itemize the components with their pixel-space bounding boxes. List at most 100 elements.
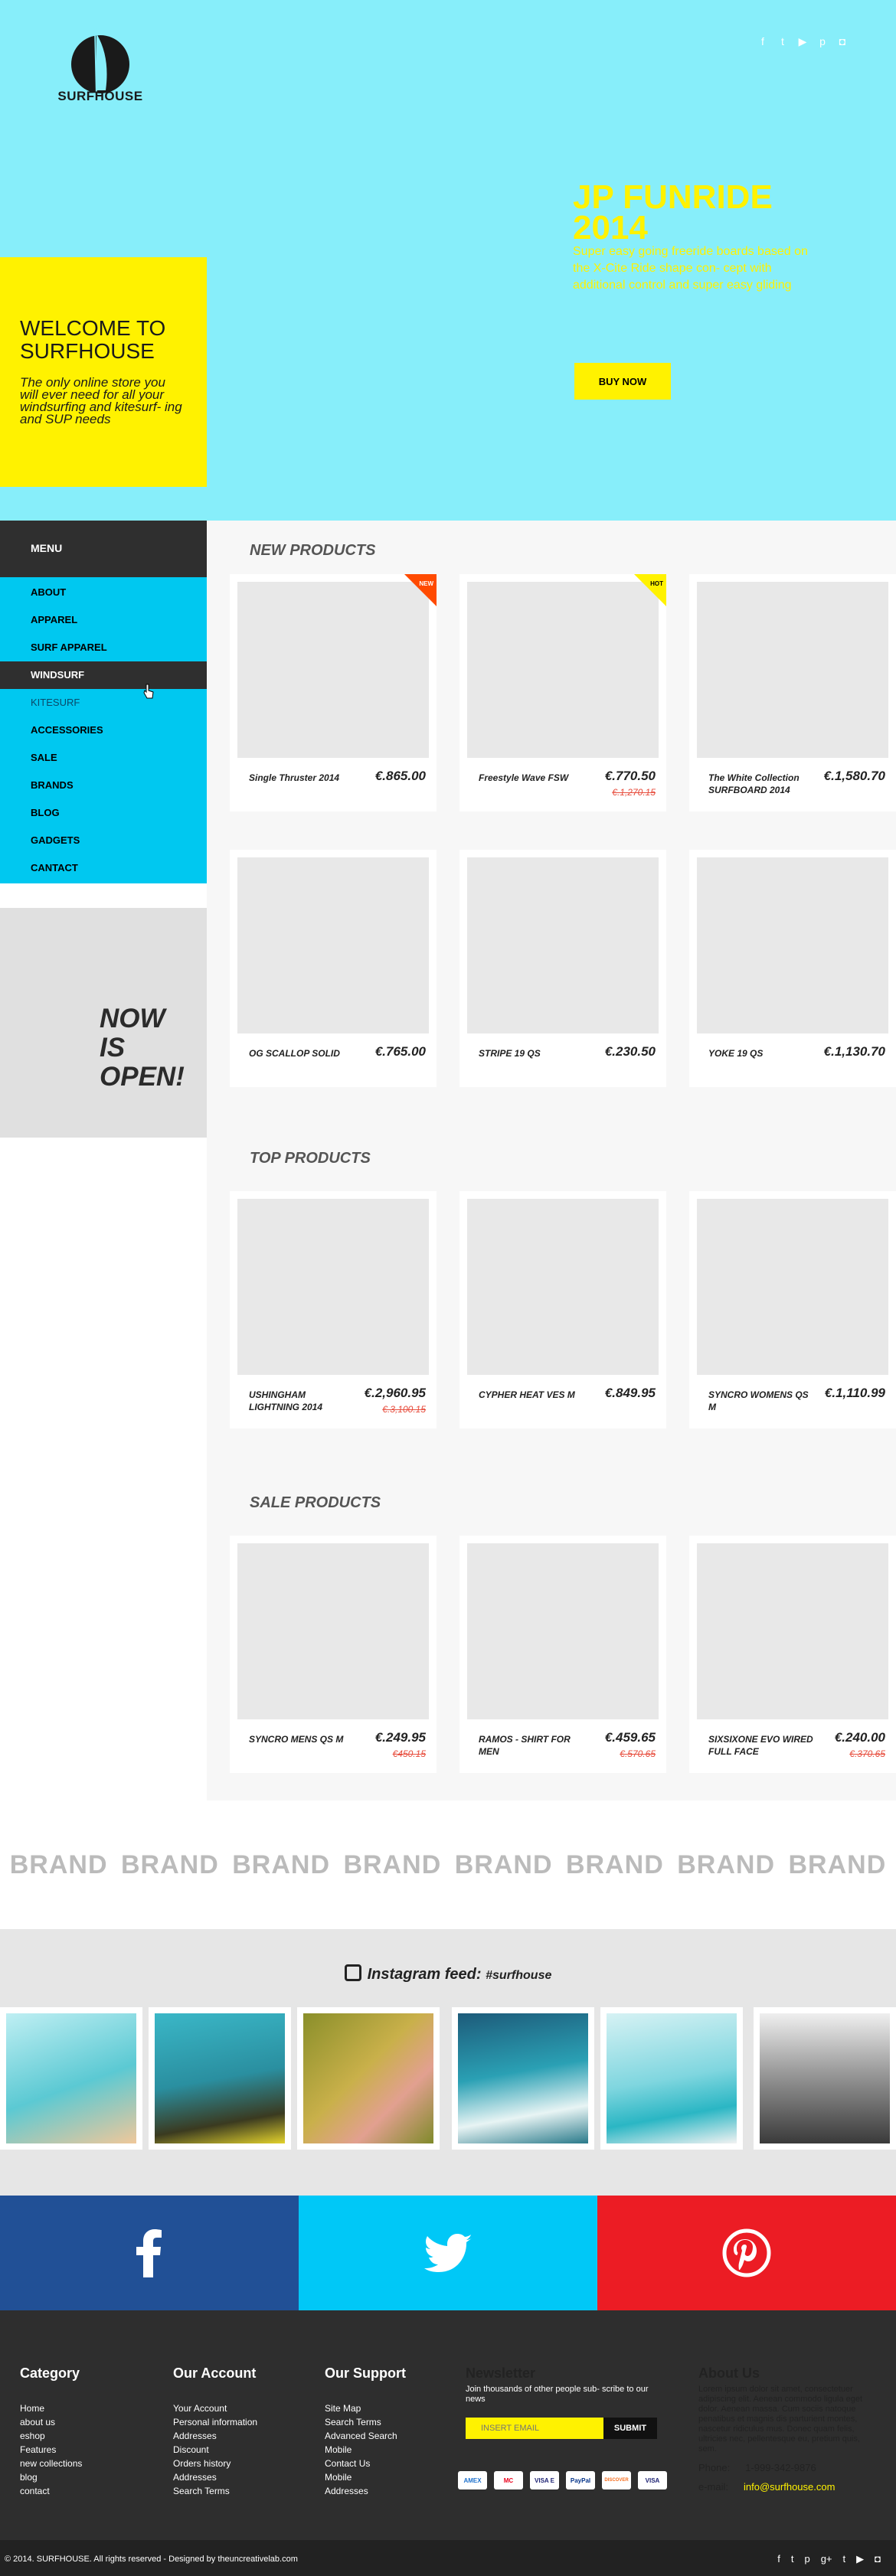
now-open-banner[interactable]: NOW IS OPEN! [0,908,207,1138]
brand-logo[interactable]: BRAND [677,1850,775,1880]
footer-link[interactable]: Contact Us [325,2457,406,2470]
product-name[interactable]: YOKE 19 QS [708,1047,816,1059]
footer-link[interactable]: Personal information [173,2415,257,2429]
twitter-icon[interactable]: t [791,2553,794,2565]
product-image[interactable] [237,857,429,1033]
product-card[interactable]: SYNCRO WOMENS QS M €.1,110.99 [689,1191,896,1428]
product-card[interactable]: HOT Freestyle Wave FSW €.770.50 €.1,270.… [459,574,666,811]
product-image[interactable] [467,1199,659,1375]
product-name[interactable]: RAMOS - SHIRT FOR MEN [479,1733,586,1758]
instagram-photo[interactable] [297,2007,440,2150]
youtube-icon[interactable]: ▶ [796,35,809,47]
product-image[interactable] [467,1543,659,1719]
instagram-photo[interactable] [452,2007,594,2150]
phone-number[interactable]: 1-999-342-9876 [745,2462,816,2473]
footer-link[interactable]: about us [20,2415,82,2429]
youtube-icon[interactable]: ▶ [856,2553,864,2565]
footer-link[interactable]: Advanced Search [325,2429,406,2443]
product-image[interactable] [467,857,659,1033]
footer-link[interactable]: Home [20,2401,82,2415]
facebook-share[interactable] [0,2196,299,2310]
email-link[interactable]: info@surfhouse.com [744,2481,835,2493]
product-card[interactable]: SYNCRO MENS QS M €.249.95 €450.15 [230,1536,437,1773]
sidebar-item-brands[interactable]: BRANDS [0,772,207,799]
facebook-icon[interactable]: f [757,35,769,47]
product-name[interactable]: SYNCRO WOMENS QS M [708,1389,816,1413]
instagram-icon[interactable]: ◘ [875,2553,881,2565]
product-image[interactable] [237,1543,429,1719]
footer-link[interactable]: Search Terms [325,2415,406,2429]
product-name[interactable]: CYPHER HEAT VES M [479,1389,586,1401]
sidebar-item-surf-apparel[interactable]: SURF APPAREL [0,634,207,661]
newsletter-email-input[interactable] [466,2418,603,2439]
sidebar-item-sale[interactable]: SALE [0,744,207,772]
footer-link[interactable]: Search Terms [173,2484,257,2498]
sidebar-item-apparel[interactable]: APPAREL [0,606,207,634]
product-card[interactable]: YOKE 19 QS €.1,130.70 [689,850,896,1087]
pinterest-share[interactable] [597,2196,896,2310]
product-name[interactable]: The White Collection SURFBOARD 2014 [708,772,816,796]
brand-logo[interactable]: BRAND [566,1850,664,1880]
product-name[interactable]: Freestyle Wave FSW [479,772,586,784]
buy-now-button[interactable]: BUY NOW [574,363,671,400]
instagram-photo[interactable] [600,2007,743,2150]
footer-link[interactable]: Discount [173,2443,257,2457]
product-card[interactable]: OG SCALLOP SOLID €.765.00 [230,850,437,1087]
brand-logo[interactable]: BRAND [455,1850,553,1880]
sidebar-item-windsurf[interactable]: WINDSURF [0,661,207,689]
footer-link[interactable]: Addresses [325,2484,406,2498]
pinterest-icon[interactable]: p [804,2553,809,2565]
product-card[interactable]: SIXSIXONE EVO WIRED FULL FACE €.240.00 €… [689,1536,896,1773]
product-card[interactable]: STRIPE 19 QS €.230.50 [459,850,666,1087]
instagram-photo[interactable] [149,2007,291,2150]
footer-link[interactable]: contact [20,2484,82,2498]
product-image[interactable] [697,1199,888,1375]
product-image[interactable] [697,582,888,758]
product-image[interactable] [237,582,429,758]
footer-link[interactable]: Orders history [173,2457,257,2470]
tumblr-icon[interactable]: t [843,2553,846,2565]
footer-link[interactable]: Features [20,2443,82,2457]
product-card[interactable]: RAMOS - SHIRT FOR MEN €.459.65 €.570.65 [459,1536,666,1773]
instagram-icon[interactable]: ◘ [836,35,849,47]
product-image[interactable] [697,1543,888,1719]
brand-logo[interactable]: BRAND [10,1850,108,1880]
twitter-share[interactable] [299,2196,597,2310]
brand-logo[interactable]: BRAND [232,1850,330,1880]
footer-link[interactable]: Addresses [173,2470,257,2484]
sidebar-item-contact[interactable]: CANTACT [0,854,207,882]
product-image[interactable] [467,582,659,758]
sidebar-item-blog[interactable]: BLOG [0,799,207,827]
sidebar-item-about[interactable]: ABOUT [0,579,207,606]
newsletter-submit-button[interactable]: SUBMIT [603,2418,657,2439]
brand-logo[interactable]: BRAND [121,1850,219,1880]
product-card[interactable]: NEW Single Thruster 2014 €.865.00 [230,574,437,811]
footer-link[interactable]: eshop [20,2429,82,2443]
googleplus-icon[interactable]: g+ [821,2553,832,2565]
product-name[interactable]: SIXSIXONE EVO WIRED FULL FACE [708,1733,816,1758]
footer-link[interactable]: Mobile [325,2470,406,2484]
footer-link[interactable]: new collections [20,2457,82,2470]
product-name[interactable]: USHINGHAM LIGHTNING 2014 [249,1389,356,1413]
instagram-photo[interactable] [0,2007,142,2150]
product-name[interactable]: OG SCALLOP SOLID [249,1047,356,1059]
instagram-tag[interactable]: #surfhouse [486,1969,551,1982]
product-name[interactable]: SYNCRO MENS QS M [249,1733,356,1745]
brand-logo[interactable]: BRAND [343,1850,441,1880]
product-name[interactable]: STRIPE 19 QS [479,1047,586,1059]
product-card[interactable]: The White Collection SURFBOARD 2014 €.1,… [689,574,896,811]
footer-link[interactable]: blog [20,2470,82,2484]
product-image[interactable] [697,857,888,1033]
pinterest-icon[interactable]: p [816,35,829,47]
footer-link[interactable]: Site Map [325,2401,406,2415]
product-card[interactable]: USHINGHAM LIGHTNING 2014 €.2,960.95 €.3,… [230,1191,437,1428]
twitter-icon[interactable]: t [777,35,789,47]
sidebar-item-gadgets[interactable]: GADGETS [0,827,207,854]
brand-logo[interactable]: BRAND [788,1850,886,1880]
footer-link[interactable]: Your Account [173,2401,257,2415]
product-card[interactable]: CYPHER HEAT VES M €.849.95 [459,1191,666,1428]
facebook-icon[interactable]: f [777,2553,780,2565]
sidebar-item-accessories[interactable]: ACCESSORIES [0,717,207,744]
product-image[interactable] [237,1199,429,1375]
instagram-photo[interactable] [754,2007,896,2150]
